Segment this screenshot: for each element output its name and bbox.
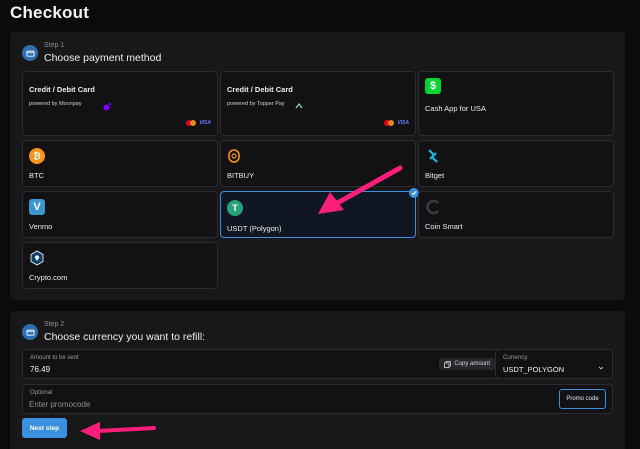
payment-method-panel: Step 1 Choose payment method Credit / De… — [10, 32, 625, 300]
visa-icon: VISA — [199, 120, 211, 126]
mastercard-icon — [384, 120, 395, 126]
step1-label: Step 1 — [44, 42, 65, 49]
method-card-venmo[interactable]: V Venmo — [22, 191, 218, 238]
currency-label: Currency — [503, 355, 528, 361]
powered-by-label: powered by Moonpay — [29, 101, 82, 107]
tether-icon: T — [227, 200, 243, 216]
method-label: Bitget — [425, 171, 445, 180]
visa-icon: VISA — [397, 120, 409, 126]
method-card-coinsmart[interactable]: Coin Smart — [418, 191, 614, 238]
method-card-bitbuy[interactable]: BITBUY — [220, 140, 416, 187]
wallet-icon — [22, 324, 38, 340]
topper-icon — [295, 97, 303, 115]
copy-amount-label: Copy amount — [454, 361, 490, 367]
method-card-bitget[interactable]: Bitget — [418, 140, 614, 187]
step1-title: Choose payment method — [44, 52, 162, 64]
step2-label: Step 2 — [44, 321, 65, 328]
mastercard-icon — [186, 120, 197, 126]
method-card-cashapp[interactable]: $ Cash App for USA — [418, 71, 614, 136]
method-label: Cash App for USA — [425, 104, 486, 113]
powered-by-label: powered by Topper Pay — [227, 101, 285, 107]
card-brand-logos: VISA — [186, 120, 211, 126]
method-label: Coin Smart — [425, 222, 463, 231]
amount-field[interactable]: Amount to be sent 76.49 Copy amount — [22, 349, 502, 379]
method-label: BITBUY — [227, 171, 255, 180]
method-card-usdt-polygon[interactable]: T USDT (Polygon) — [220, 188, 419, 238]
card-brand-logos: VISA — [384, 120, 409, 126]
method-card-moonpay[interactable]: Credit / Debit Card powered by Moonpay V… — [22, 71, 218, 136]
venmo-icon: V — [29, 199, 45, 215]
method-label: Venmo — [29, 222, 53, 231]
amount-value: 76.49 — [30, 365, 51, 374]
promocode-input[interactable] — [29, 398, 449, 411]
wallet-icon — [22, 45, 38, 61]
method-label: Credit / Debit Card — [227, 85, 293, 94]
promo-code-button[interactable]: Promo code — [559, 389, 606, 409]
next-step-button[interactable]: Next step — [22, 418, 67, 438]
step2-title: Choose currency you want to refill: — [44, 331, 206, 343]
moonpay-icon — [103, 98, 112, 116]
currency-select[interactable]: Currency USDT_POLYGON — [495, 349, 613, 379]
amount-label: Amount to be sent — [30, 355, 79, 361]
bitcoin-icon: ₿ — [29, 148, 45, 164]
coinsmart-icon — [425, 199, 441, 220]
copy-amount-button[interactable]: Copy amount — [439, 358, 495, 370]
bitget-icon — [425, 148, 441, 169]
promocode-field[interactable]: Optional Promo code — [22, 384, 613, 414]
bitbuy-icon — [227, 148, 241, 169]
cryptocom-icon — [29, 250, 45, 271]
method-card-topper[interactable]: Credit / Debit Card powered by Topper Pa… — [220, 71, 416, 136]
currency-value: USDT_POLYGON — [503, 365, 565, 374]
method-label: BTC — [29, 171, 44, 180]
method-label: Crypto.com — [29, 273, 68, 282]
cashapp-icon: $ — [425, 78, 441, 94]
currency-panel: Step 2 Choose currency you want to refil… — [10, 311, 625, 449]
promocode-optional-label: Optional — [30, 390, 53, 396]
chevron-down-icon — [598, 366, 604, 370]
method-label: USDT (Polygon) — [227, 224, 282, 233]
copy-icon — [444, 360, 452, 368]
method-card-btc[interactable]: ₿ BTC — [22, 140, 218, 187]
method-label: Credit / Debit Card — [29, 85, 95, 94]
page-title: Checkout — [10, 3, 90, 22]
method-card-cryptocom[interactable]: Crypto.com — [22, 242, 218, 289]
